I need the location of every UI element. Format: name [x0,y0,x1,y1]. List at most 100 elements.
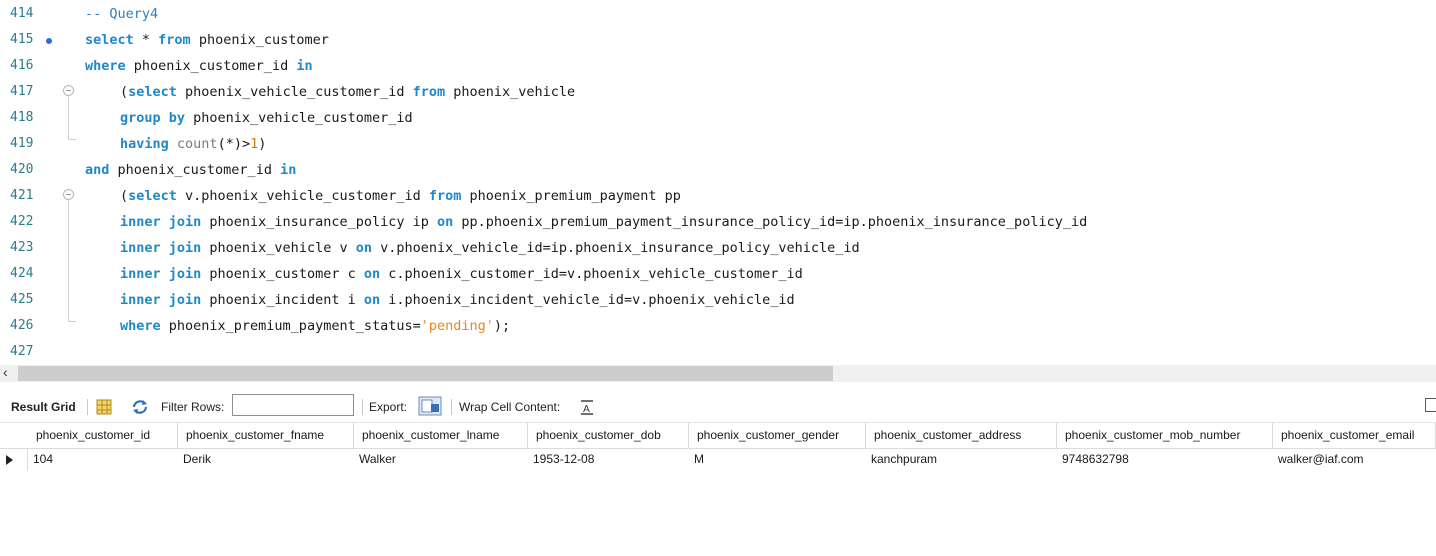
line-number: 419 [10,136,34,151]
result-toolbar: Result Grid Filter Rows: Export: Wrap Ce… [0,393,1436,421]
code-line[interactable]: 427 [0,339,1436,365]
code-token: select [128,188,177,204]
code-token: pp.phoenix_premium_payment_insurance_pol… [453,214,1088,230]
code-text[interactable]: inner join phoenix_vehicle v on v.phoeni… [120,235,860,261]
editor-horizontal-scrollbar[interactable]: ‹ [0,364,1436,382]
code-token: on [436,214,454,230]
code-text[interactable]: (select phoenix_vehicle_customer_id from… [120,79,575,105]
code-line[interactable]: 417 (select phoenix_vehicle_customer_id f… [0,79,1436,105]
column-header[interactable]: phoenix_customer_email [1273,423,1436,448]
filter-rows-label: Filter Rows: [161,400,225,414]
code-line[interactable]: 419 having count(*)>1) [0,131,1436,157]
code-token: group by [120,110,186,126]
code-line[interactable]: 426 where phoenix_premium_payment_status=… [0,313,1436,339]
code-token: from [158,32,191,48]
code-text[interactable]: inner join phoenix_customer c on c.phoen… [120,261,803,287]
code-text[interactable]: (select v.phoenix_vehicle_customer_id fr… [120,183,681,209]
code-token: 1 [250,136,259,152]
column-header[interactable]: phoenix_customer_dob [528,423,689,448]
code-text[interactable]: where phoenix_premium_payment_status='pe… [120,313,510,339]
grid-layout-icon[interactable] [96,393,112,425]
code-line[interactable]: 420 and phoenix_customer_id in [0,157,1436,183]
fold-collapse-icon[interactable] [63,189,74,200]
code-token: count [176,136,218,152]
code-line[interactable]: 415 select * from phoenix_customer [0,27,1436,53]
code-token: ( [120,188,129,204]
code-token: phoenix_premium_payment pp [461,188,681,204]
code-token: c.phoenix_customer_id=v.phoenix_vehicle_… [380,266,803,282]
code-token: from [428,188,462,204]
code-text[interactable]: inner join phoenix_incident i on i.phoen… [120,287,795,313]
table-cell[interactable]: M [689,448,866,471]
code-text[interactable]: -- Query4 [85,1,158,27]
table-cell[interactable]: walker@iaf.com [1273,448,1436,471]
code-token: 'pending' [420,318,494,334]
wrap-text-icon[interactable]: A [579,393,595,425]
code-line[interactable]: 416 where phoenix_customer_id in [0,53,1436,79]
column-header[interactable]: phoenix_customer_address [866,423,1057,448]
code-token: phoenix_vehicle_customer_id [185,110,413,126]
code-line[interactable]: 414 -- Query4 [0,1,1436,27]
code-text[interactable]: select * from phoenix_customer [85,27,329,53]
table-cell[interactable]: 1953-12-08 [528,448,689,471]
code-line[interactable]: 421 (select v.phoenix_vehicle_customer_id… [0,183,1436,209]
result-grid-tab[interactable]: Result Grid [11,393,76,421]
code-token: phoenix_customer c [201,266,364,282]
code-text[interactable]: having count(*)>1) [120,131,266,157]
code-token: ) [258,136,267,152]
column-header[interactable]: phoenix_customer_fname [178,423,354,448]
code-text[interactable]: inner join phoenix_insurance_policy ip o… [120,209,1087,235]
code-line[interactable]: 418 group by phoenix_vehicle_customer_id [0,105,1436,131]
code-token: ( [120,84,129,100]
code-token: phoenix_customer_id [125,58,297,74]
code-token: phoenix_customer_id [109,162,281,178]
code-token: on [355,240,372,256]
line-number: 414 [10,6,34,21]
current-row-icon [6,455,13,465]
code-text[interactable]: where phoenix_customer_id in [85,53,313,79]
scrollbar-thumb[interactable] [18,366,833,381]
toolbar-separator [451,399,452,415]
fold-end-marker [68,313,76,322]
line-number: 423 [10,240,34,255]
code-line[interactable]: 423 inner join phoenix_vehicle v on v.pho… [0,235,1436,261]
code-token: phoenix_premium_payment_status= [160,318,421,334]
code-token: select [128,84,177,100]
code-token: phoenix_insurance_policy ip [201,214,437,230]
table-cell[interactable]: kanchpuram [866,448,1057,471]
column-header[interactable]: phoenix_customer_id [28,423,178,448]
code-line[interactable]: 422 inner join phoenix_insurance_policy i… [0,209,1436,235]
code-token: phoenix_customer [190,32,329,48]
line-number: 420 [10,162,34,177]
code-token: in [296,58,313,74]
code-text[interactable]: group by phoenix_vehicle_customer_id [120,105,413,131]
filter-rows-input[interactable] [232,394,354,416]
column-header[interactable]: phoenix_customer_gender [689,423,866,448]
column-header[interactable]: phoenix_customer_lname [354,423,528,448]
scroll-left-icon[interactable]: ‹ [3,364,8,380]
code-token: i.phoenix_incident_vehicle_id=v.phoenix_… [380,292,795,308]
table-cell[interactable]: 9748632798 [1057,448,1273,471]
code-text[interactable]: and phoenix_customer_id in [85,157,296,183]
panel-toggle-icon[interactable] [1425,398,1436,412]
toolbar-separator [87,399,88,415]
table-row[interactable]: 104 Derik Walker 1953-12-08 Mkanchpuram 97486… [0,448,1436,471]
sql-editor[interactable]: 414 -- Query4 415 select * from phoenix_cus… [0,0,1436,365]
line-number: 415 [10,32,34,47]
column-header[interactable]: phoenix_customer_mob_number [1057,423,1273,448]
code-token: phoenix_vehicle [445,84,576,100]
table-cell[interactable]: Derik [178,448,354,471]
code-token: and [85,162,110,178]
table-cell[interactable]: 104 [28,448,178,471]
line-number: 424 [10,266,34,281]
code-token: on [363,266,381,282]
code-token: -- Query4 [85,6,159,22]
fold-end-marker [68,131,76,140]
table-cell[interactable]: Walker [354,448,528,471]
fold-collapse-icon[interactable] [63,85,74,96]
code-line[interactable]: 425 inner join phoenix_incident i on i.ph… [0,287,1436,313]
refresh-icon[interactable] [131,393,149,425]
code-line[interactable]: 424 inner join phoenix_customer c on c.ph… [0,261,1436,287]
code-token: * [133,32,159,48]
